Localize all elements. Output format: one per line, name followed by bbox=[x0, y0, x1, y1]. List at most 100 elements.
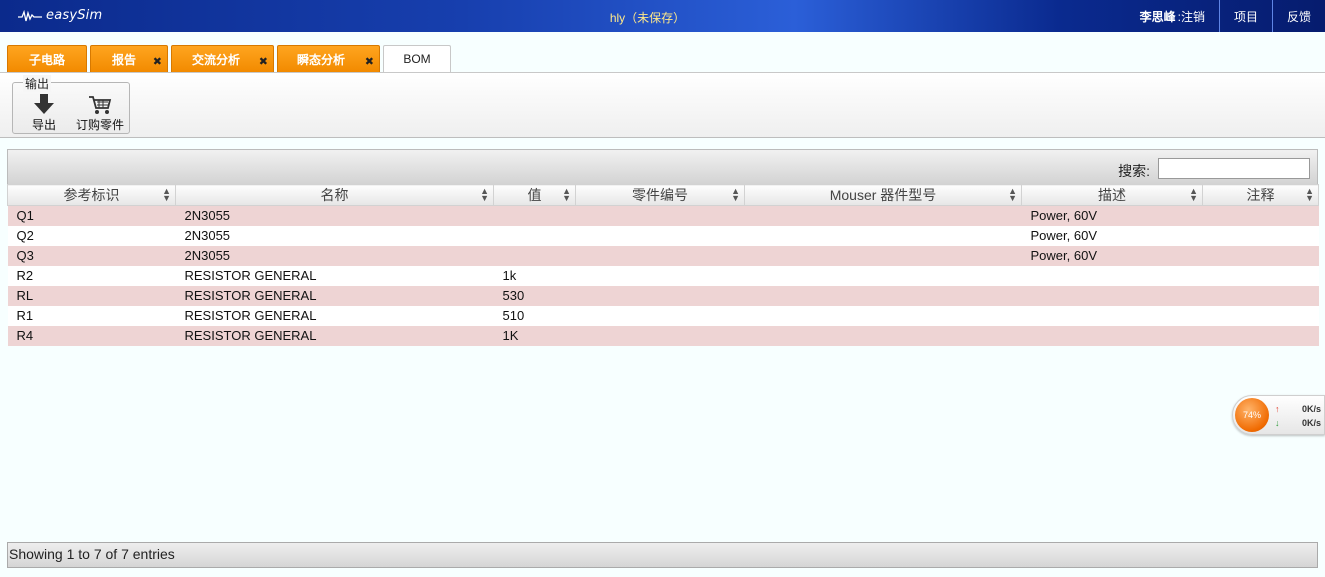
cell-part-number bbox=[575, 225, 745, 246]
cell-description: Power, 60V bbox=[1021, 205, 1203, 226]
download-speed-value: 0K/s bbox=[1301, 418, 1321, 428]
cell-name: RESISTOR GENERAL bbox=[175, 305, 494, 326]
col-header-part-number[interactable]: 零件编号 ▲ ▼ bbox=[575, 184, 745, 206]
cell-value: 1K bbox=[493, 325, 576, 346]
cell-mouser bbox=[744, 225, 1022, 246]
col-header-label: 零件编号 bbox=[632, 187, 688, 203]
close-icon[interactable]: ✖ bbox=[153, 57, 162, 68]
logout-link[interactable]: :注销 bbox=[1178, 8, 1219, 25]
close-icon[interactable]: ✖ bbox=[365, 57, 374, 68]
cell-notes bbox=[1202, 265, 1319, 286]
tab-bom[interactable]: BOM bbox=[383, 45, 451, 73]
col-header-name[interactable]: 名称 ▲ ▼ bbox=[175, 184, 494, 206]
upload-speed-value: 0K/s bbox=[1301, 404, 1321, 414]
sort-icon: ▲ ▼ bbox=[1189, 186, 1198, 203]
cell-notes bbox=[1202, 225, 1319, 246]
cell-name: 2N3055 bbox=[175, 225, 494, 246]
cell-ref: R2 bbox=[7, 265, 176, 286]
tab-label: 报告 bbox=[112, 53, 137, 67]
search-input[interactable] bbox=[1158, 158, 1310, 179]
export-button[interactable]: 导出 bbox=[27, 93, 61, 133]
download-arrow-icon bbox=[34, 94, 54, 114]
cell-value bbox=[493, 225, 576, 246]
cell-ref: RL bbox=[7, 285, 176, 306]
tab-transient-analysis[interactable]: 瞬态分析 ✖ bbox=[277, 45, 380, 72]
network-speed-widget[interactable]: 74% ↑ 0K/s ↓ 0K/s bbox=[1232, 395, 1325, 435]
cell-mouser bbox=[744, 305, 1022, 326]
cell-part-number bbox=[575, 285, 745, 306]
cell-description bbox=[1021, 305, 1203, 326]
cell-part-number bbox=[575, 265, 745, 286]
tab-label: 子电路 bbox=[28, 53, 65, 67]
cell-mouser bbox=[744, 285, 1022, 306]
order-parts-button[interactable]: 订购零件 bbox=[73, 93, 127, 133]
tab-subcircuit[interactable]: 子电路 bbox=[7, 45, 87, 72]
export-label: 导出 bbox=[31, 118, 56, 132]
bom-panel: 搜索: 参考标识 ▲ ▼ 名称 ▲ ▼ 值 ▲ ▼ 零件编号 ▲ ▼ Mouser 器件型号 ▲ ▼… bbox=[7, 149, 1319, 569]
cell-name: 2N3055 bbox=[175, 205, 494, 226]
col-header-label: 值 bbox=[527, 187, 542, 203]
projects-link[interactable]: 项目 bbox=[1218, 0, 1272, 32]
col-header-label: Mouser 器件型号 bbox=[829, 187, 937, 203]
tab-label: 交流分析 bbox=[192, 53, 241, 67]
user-area: 李思峰 :注销 项目 反馈 bbox=[1140, 0, 1325, 32]
upload-arrow-icon: ↑ bbox=[1275, 404, 1280, 414]
cell-part-number bbox=[575, 245, 745, 266]
cell-name: RESISTOR GENERAL bbox=[175, 285, 494, 306]
table-row[interactable]: R2 RESISTOR GENERAL 1k bbox=[7, 265, 1319, 286]
table-info: Showing 1 to 7 of 7 entries bbox=[7, 542, 1318, 568]
col-header-label: 描述 bbox=[1098, 187, 1126, 203]
sort-icon: ▲ ▼ bbox=[1305, 186, 1314, 203]
cell-value bbox=[493, 245, 576, 266]
output-group-label: 输出 bbox=[23, 75, 52, 92]
tab-ac-analysis[interactable]: 交流分析 ✖ bbox=[171, 45, 274, 72]
cell-ref: R1 bbox=[7, 305, 176, 326]
cell-part-number bbox=[575, 325, 745, 346]
col-header-label: 注释 bbox=[1246, 187, 1275, 203]
cell-notes bbox=[1202, 245, 1319, 266]
cell-notes bbox=[1202, 325, 1319, 346]
toolbar: 输出 导出 订购零件 bbox=[0, 73, 1325, 138]
table-row[interactable]: RL RESISTOR GENERAL 530 bbox=[7, 285, 1319, 306]
sort-icon: ▲ ▼ bbox=[562, 186, 571, 203]
cell-description bbox=[1021, 265, 1203, 286]
cell-description: Power, 60V bbox=[1021, 225, 1203, 246]
tab-label: BOM bbox=[403, 52, 431, 66]
feedback-link[interactable]: 反馈 bbox=[1271, 0, 1325, 32]
cell-description bbox=[1021, 325, 1203, 346]
table-row[interactable]: R4 RESISTOR GENERAL 1K bbox=[7, 325, 1319, 346]
tab-label: 瞬态分析 bbox=[297, 53, 346, 67]
cell-value: 510 bbox=[493, 305, 576, 326]
table-row[interactable]: Q2 2N3055 Power, 60V bbox=[7, 225, 1319, 246]
table-header-row: 参考标识 ▲ ▼ 名称 ▲ ▼ 值 ▲ ▼ 零件编号 ▲ ▼ Mouser 器件型号 ▲ ▼ 描述 ▲… bbox=[7, 184, 1319, 206]
close-icon[interactable]: ✖ bbox=[259, 57, 268, 68]
cell-part-number bbox=[575, 205, 745, 226]
sort-icon: ▲ ▼ bbox=[731, 186, 740, 203]
col-header-label: 名称 bbox=[320, 187, 349, 203]
col-header-mouser[interactable]: Mouser 器件型号 ▲ ▼ bbox=[744, 184, 1022, 206]
cell-value: 530 bbox=[493, 285, 576, 306]
cell-part-number bbox=[575, 305, 745, 326]
cell-description: Power, 60V bbox=[1021, 245, 1203, 266]
shopping-cart-icon bbox=[89, 96, 112, 114]
cell-mouser bbox=[744, 265, 1022, 286]
table-row[interactable]: R1 RESISTOR GENERAL 510 bbox=[7, 305, 1319, 326]
table-toolbar: 搜索: bbox=[7, 149, 1318, 184]
cell-notes bbox=[1202, 205, 1319, 226]
cell-mouser bbox=[744, 205, 1022, 226]
table-row[interactable]: Q1 2N3055 Power, 60V bbox=[7, 205, 1319, 226]
col-header-notes[interactable]: 注释 ▲ ▼ bbox=[1202, 184, 1319, 206]
col-header-ref[interactable]: 参考标识 ▲ ▼ bbox=[7, 184, 176, 206]
table-row[interactable]: Q3 2N3055 Power, 60V bbox=[7, 245, 1319, 266]
cell-name: 2N3055 bbox=[175, 245, 494, 266]
col-header-value[interactable]: 值 ▲ ▼ bbox=[493, 184, 576, 206]
cell-name: RESISTOR GENERAL bbox=[175, 325, 494, 346]
user-name: 李思峰 bbox=[1139, 9, 1176, 24]
top-bar: easySim hly（未保存） 李思峰 :注销 项目 反馈 bbox=[0, 0, 1325, 32]
search-label: 搜索: bbox=[1118, 163, 1150, 179]
tab-report[interactable]: 报告 ✖ bbox=[90, 45, 168, 72]
output-group: 输出 导出 订购零件 bbox=[12, 75, 130, 134]
speed-percent: 74% bbox=[1235, 398, 1269, 432]
cell-mouser bbox=[744, 325, 1022, 346]
col-header-description[interactable]: 描述 ▲ ▼ bbox=[1021, 184, 1203, 206]
